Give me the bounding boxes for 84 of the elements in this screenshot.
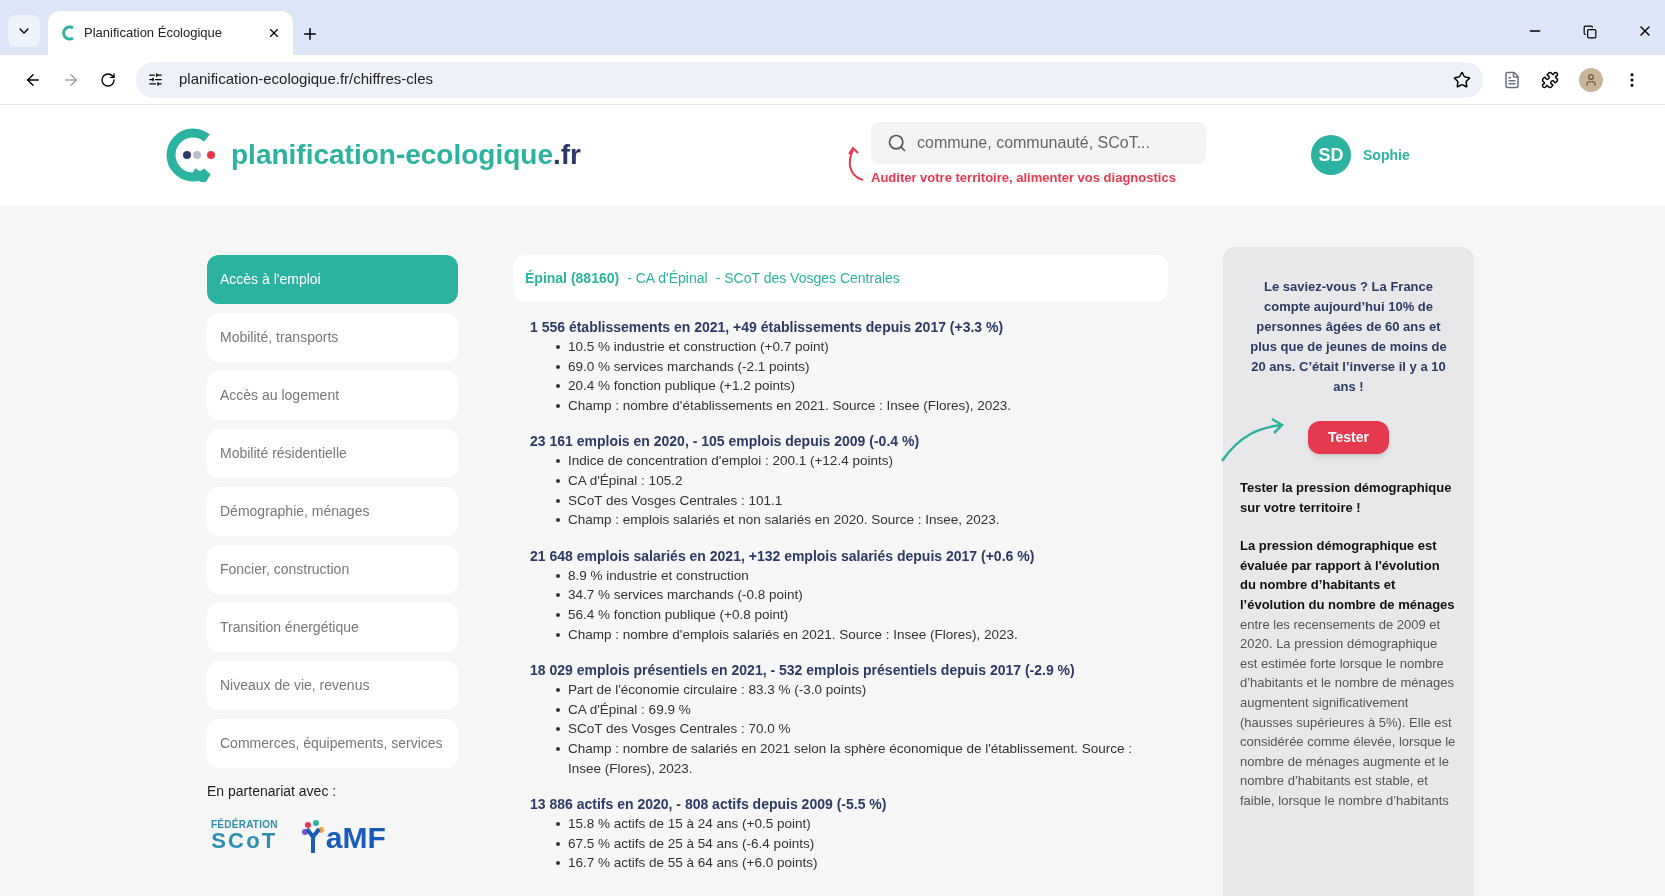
bullet-text: Champ : nombre de salariés en 2021 selon la sphère économique de l'établissement. Source : Insee (Flores), 2023. xyxy=(568,739,1133,778)
extensions-icon[interactable] xyxy=(1541,70,1559,89)
bullet-text: 69.0 % services marchands (-2.1 points) xyxy=(568,357,810,376)
bullet-icon xyxy=(556,403,560,408)
bullet-icon xyxy=(556,518,560,523)
partners-label: En partenariat avec : xyxy=(207,782,338,801)
bullet-icon xyxy=(556,573,560,578)
address-bar[interactable]: planification-ecologique.fr/chiffres-cles xyxy=(136,61,1483,98)
bullet-text: 15.8 % actifs de 15 à 24 ans (+0.5 point) xyxy=(568,815,811,834)
user-avatar[interactable]: SD xyxy=(1311,135,1351,175)
bullet-text: 67.5 % actifs de 25 à 54 ans (-6.4 points) xyxy=(568,834,815,853)
bullet-text: 10.5 % industrie et construction (+0.7 point) xyxy=(568,338,829,356)
territory-link[interactable]: - SCoT des Vosges Centrales xyxy=(715,267,900,289)
amf-logo: aMF xyxy=(301,819,386,853)
sidebar-item[interactable]: Démographie, ménages xyxy=(207,487,458,536)
bullet-text: 20.4 % fonction publique (+1.2 points) xyxy=(568,377,796,396)
tagline: Auditer votre territoire, alimenter vos diagnostics xyxy=(871,169,1177,188)
bullet-icon xyxy=(556,345,560,349)
browser-tab[interactable]: Planification Écologique xyxy=(48,11,293,55)
section-title: 21 648 emplois salariés en 2021, +132 emplois salariés depuis 2017 (+0.6 %) xyxy=(530,546,1036,566)
site-logo-icon xyxy=(60,25,76,41)
pressure-description: La pression démographique est évaluée par rapport à l'évolution du nombre d’habitants et l’évolution du nombre de ménages entre les recensements de 2009 et 2020. La pression démographique est estimée forte lorsque le nombre d’habitants et le nombre de ménages augmentent significativement (hausses supérieures à 5%). Elle est considérée comme élevée, lorsque le nombre de ménages augmente et le nombre d’habitants est stable, et faible, lorsque le nombre d’habitants xyxy=(1240,537,1457,810)
curved-arrow-icon xyxy=(1220,415,1286,463)
bullet-text: 8.9 % industrie et construction xyxy=(568,566,749,585)
reload-icon[interactable] xyxy=(100,71,116,88)
site-name[interactable]: planification-ecologique.fr xyxy=(231,134,581,176)
section-title: 18 029 emplois présentiels en 2021, - 532 emplois présentiels depuis 2017 (-2.9 %) xyxy=(530,661,1076,681)
bullet-icon xyxy=(556,822,560,827)
bullet-icon xyxy=(556,498,560,503)
bullet-icon xyxy=(556,384,560,389)
close-icon[interactable] xyxy=(267,26,281,40)
restore-icon[interactable] xyxy=(1583,25,1597,39)
section-title: 1 556 établissements en 2021, +49 établissements depuis 2017 (+3.3 %) xyxy=(530,318,1005,337)
document-icon[interactable] xyxy=(1503,70,1521,89)
search-icon xyxy=(887,133,907,154)
bullet-text: Champ : emplois salariés et non salariés en 2020. Source : Insee, 2023. xyxy=(568,511,1000,530)
bullet-icon xyxy=(556,593,560,598)
fact-text: Le saviez-vous ? La France compte aujourd’hui 10% de personnes âgées de 60 ans et plus que de jeunes de moins de 20 ans. C’était l’inverse il y a 10 ans ! xyxy=(1249,278,1448,396)
bookmark-star-icon[interactable] xyxy=(1453,70,1471,89)
bullet-icon xyxy=(556,478,560,483)
profile-avatar[interactable] xyxy=(1579,67,1603,92)
territory-link[interactable]: - CA d'Épinal xyxy=(627,267,708,289)
section-title: 23 161 emplois en 2020, - 105 emplois depuis 2009 (-0.4 %) xyxy=(530,432,921,452)
bullet-icon xyxy=(556,841,560,846)
sidebar-item[interactable]: Accès au logement xyxy=(207,371,458,420)
section-title: 13 886 actifs en 2020, - 808 actifs depuis 2009 (-5.5 %) xyxy=(530,795,888,815)
url-text: planification-ecologique.fr/chiffres-cles xyxy=(179,69,435,90)
sidebar-item[interactable]: Accès à l'emploi xyxy=(207,255,458,304)
sidebar-item[interactable]: Niveaux de vie, revenus xyxy=(207,661,458,710)
commune-name: Épinal (88160) xyxy=(525,268,620,288)
bullet-icon xyxy=(556,612,560,617)
bullet-text: SCoT des Vosges Centrales : 70.0 % xyxy=(568,720,791,739)
bullet-text: 34.7 % services marchands (-0.8 point) xyxy=(568,586,803,605)
sidebar-item[interactable]: Foncier, construction xyxy=(207,545,458,594)
tab-list-button[interactable] xyxy=(8,15,40,47)
bullet-text: 56.4 % fonction publique (+0.8 point) xyxy=(568,605,789,624)
sidebar-item[interactable]: Mobilité résidentielle xyxy=(207,429,458,478)
sidebar-item[interactable]: Mobilité, transports xyxy=(207,313,458,362)
bullet-text: SCoT des Vosges Centrales : 101.1 xyxy=(568,491,783,510)
bullet-icon xyxy=(556,727,560,732)
bullet-icon xyxy=(556,707,560,712)
bullet-text: Champ : nombre d'emplois salariés en 2021. Source : Insee (Flores), 2023. xyxy=(568,625,1018,644)
bullet-text: CA d'Épinal : 69.9 % xyxy=(568,700,691,719)
bullet-icon xyxy=(556,688,560,693)
search-field[interactable]: commune, communauté, SCoT... xyxy=(871,122,1206,165)
bullet-text: Part de l'économie circulaire : 83.3 % (-3.0 points) xyxy=(568,681,867,700)
bullet-text: Champ : nombre d'établissements en 2021. Source : Insee (Flores), 2023. xyxy=(568,396,1012,415)
tab-title: Planification Écologique xyxy=(84,24,224,43)
user-name[interactable]: Sophie xyxy=(1363,144,1410,166)
tester-button[interactable]: Tester xyxy=(1308,421,1389,454)
bullet-icon xyxy=(556,459,560,464)
bullet-icon xyxy=(556,632,560,637)
federation-scot-logo: FÉDÉRATION SCoT xyxy=(211,820,278,852)
bullet-text: 16.7 % actifs de 55 à 64 ans (+6.0 points) xyxy=(568,854,818,873)
pressure-heading: Tester la pression démographique sur votre territoire ! xyxy=(1240,479,1453,517)
bullet-text: Indice de concentration d'emploi : 200.1 (+12.4 points) xyxy=(568,452,893,471)
new-tab-icon[interactable] xyxy=(301,25,319,43)
bullet-icon xyxy=(556,746,560,751)
bullet-text: CA d'Épinal : 105.2 xyxy=(568,471,683,490)
sidebar-item[interactable]: Commerces, équipements, services xyxy=(207,719,458,768)
bullet-icon xyxy=(556,364,560,369)
sidebar-item[interactable]: Transition énergétique xyxy=(207,603,458,652)
site-settings-icon[interactable] xyxy=(148,72,163,87)
bullet-icon xyxy=(556,861,560,866)
